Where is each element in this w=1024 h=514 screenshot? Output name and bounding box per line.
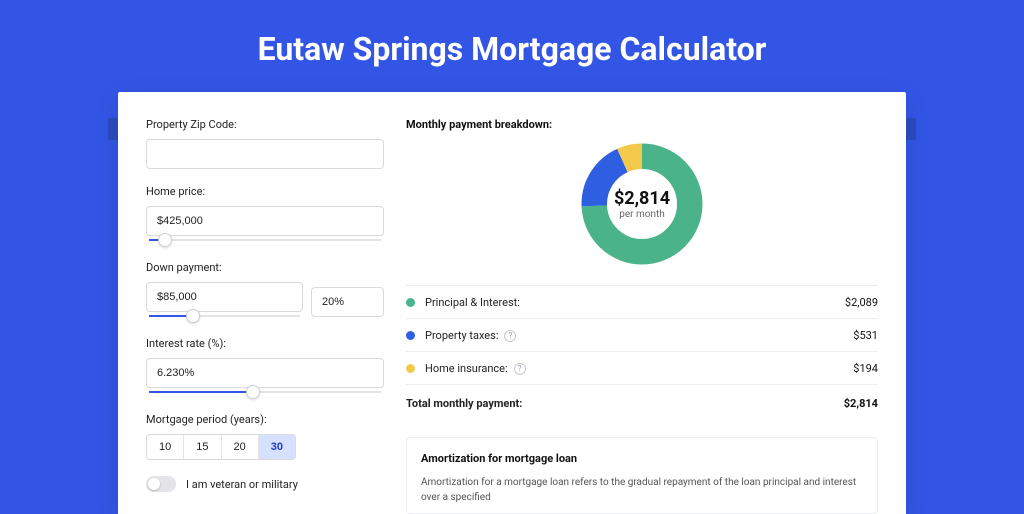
info-icon[interactable]: ? [504, 330, 516, 342]
page-title: Eutaw Springs Mortgage Calculator [0, 0, 1024, 92]
amortization-card: Amortization for mortgage loan Amortizat… [406, 437, 878, 514]
interest-rate-label: Interest rate (%): [146, 337, 384, 350]
amortization-title: Amortization for mortgage loan [421, 452, 863, 465]
home-price-group: Home price: [146, 185, 384, 245]
donut-amount: $2,814 [614, 188, 670, 209]
donut-sub: per month [619, 209, 665, 220]
down-payment-input[interactable] [146, 282, 303, 312]
calculator-card: Property Zip Code: Home price: Down paym… [118, 92, 906, 514]
legend-label: Property taxes: [425, 329, 498, 342]
breakdown-title: Monthly payment breakdown: [406, 118, 878, 131]
legend-value: $194 [853, 362, 878, 375]
veteran-toggle[interactable] [146, 476, 176, 492]
legend-row: Home insurance:? $194 [406, 352, 878, 385]
interest-rate-input[interactable] [146, 358, 384, 388]
period-option-10[interactable]: 10 [147, 435, 183, 459]
period-options: 10152030 [146, 434, 296, 460]
period-option-20[interactable]: 20 [221, 435, 258, 459]
zip-group: Property Zip Code: [146, 118, 384, 169]
legend-row-total: Total monthly payment: $2,814 [406, 385, 878, 419]
period-option-30[interactable]: 30 [258, 435, 295, 459]
veteran-row: I am veteran or military [146, 476, 384, 492]
breakdown-column: Monthly payment breakdown: $2,814 per mo… [406, 118, 878, 514]
period-group: Mortgage period (years): 10152030 [146, 413, 384, 460]
form-column: Property Zip Code: Home price: Down paym… [146, 118, 384, 514]
legend-value: $2,089 [845, 296, 878, 309]
interest-rate-slider[interactable] [146, 387, 384, 397]
legend-swatch [406, 331, 415, 340]
home-price-slider[interactable] [146, 235, 384, 245]
legend-swatch [406, 364, 415, 373]
legend-row: Principal & Interest: $2,089 [406, 286, 878, 319]
legend: Principal & Interest: $2,089 Property taxe… [406, 285, 878, 419]
legend-label: Home insurance: [425, 362, 508, 375]
zip-label: Property Zip Code: [146, 118, 384, 131]
legend-value: $531 [853, 329, 878, 342]
period-option-15[interactable]: 15 [183, 435, 220, 459]
home-price-label: Home price: [146, 185, 384, 198]
period-label: Mortgage period (years): [146, 413, 384, 426]
interest-rate-group: Interest rate (%): [146, 337, 384, 397]
amortization-text: Amortization for a mortgage loan refers … [421, 475, 863, 505]
veteran-label: I am veteran or military [186, 478, 298, 491]
legend-row: Property taxes:? $531 [406, 319, 878, 352]
legend-label: Principal & Interest: [425, 296, 520, 309]
down-payment-label: Down payment: [146, 261, 384, 274]
info-icon[interactable]: ? [514, 363, 526, 375]
down-payment-pct-input[interactable] [311, 287, 384, 317]
legend-value: $2,814 [844, 397, 878, 410]
down-payment-group: Down payment: [146, 261, 384, 321]
legend-label: Total monthly payment: [406, 397, 522, 410]
legend-swatch [406, 298, 415, 307]
down-payment-slider[interactable] [146, 311, 303, 321]
zip-input[interactable] [146, 139, 384, 169]
home-price-input[interactable] [146, 206, 384, 236]
donut-chart: $2,814 per month [406, 141, 878, 267]
